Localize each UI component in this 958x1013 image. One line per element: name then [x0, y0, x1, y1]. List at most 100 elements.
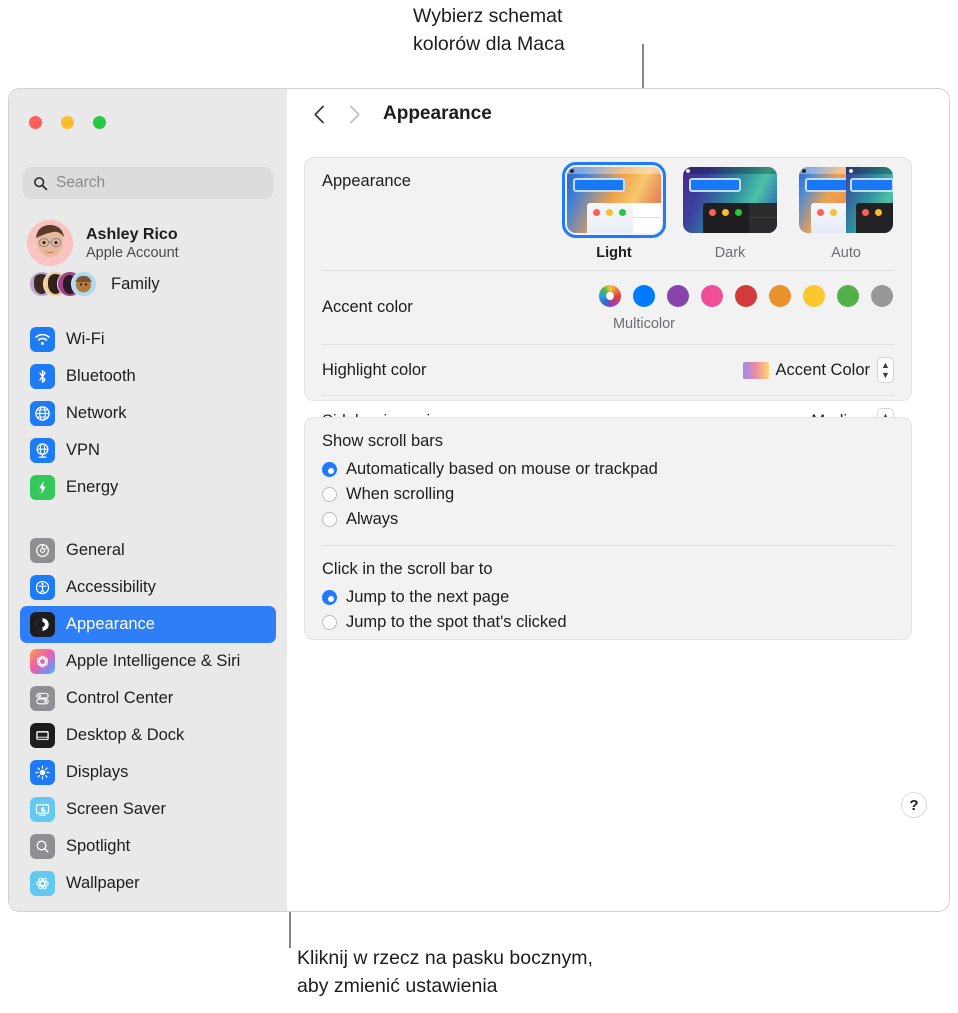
window-controls: [29, 116, 106, 129]
sidebar-item-wallpaper[interactable]: Wallpaper: [20, 865, 276, 902]
scroll-bars-option-always[interactable]: Always: [305, 507, 911, 532]
forward-button[interactable]: [337, 96, 373, 132]
spotlight-search-icon: [30, 834, 55, 859]
radio-button: [322, 590, 337, 605]
show-scroll-bars-title: Show scroll bars: [322, 432, 444, 450]
accent-swatch-purple[interactable]: [667, 285, 689, 307]
account-row[interactable]: Ashley Rico Apple Account: [27, 220, 179, 266]
callout-top-text: Wybierz schemat kolorów dla Maca: [413, 5, 565, 55]
sidebar-item-label: Appearance: [66, 615, 155, 633]
accent-row-label: Accent color: [322, 298, 413, 316]
sidebar-item-label: Control Center: [66, 689, 174, 707]
back-button[interactable]: [301, 96, 337, 132]
sidebar-item-network[interactable]: Network: [20, 395, 276, 432]
scroll-click-option-spot-clicked[interactable]: Jump to the spot that's clicked: [305, 610, 911, 635]
sidebar-item-label: Apple Intelligence & Siri: [66, 652, 241, 670]
scroll-bars-option-when-scrolling[interactable]: When scrolling: [305, 482, 911, 507]
sidebar-item-label: Spotlight: [66, 837, 131, 855]
close-button[interactable]: [29, 116, 42, 129]
highlight-color-label: Highlight color: [322, 360, 427, 379]
sidebar-item-energy[interactable]: Energy: [20, 469, 276, 506]
radio-label: When scrolling: [346, 485, 455, 503]
sidebar-item-accessibility[interactable]: Accessibility: [20, 569, 276, 606]
radio-label: Always: [346, 510, 399, 528]
scroll-click-option-next-page[interactable]: Jump to the next page: [305, 585, 911, 610]
desktop-dock-icon: [30, 723, 55, 748]
accent-swatch-orange[interactable]: [769, 285, 791, 307]
sidebar-item-label: Bluetooth: [66, 367, 136, 385]
help-button[interactable]: ?: [901, 792, 927, 818]
sidebar-item-wi-fi[interactable]: Wi-Fi: [20, 321, 276, 358]
radio-button: [322, 487, 337, 502]
maximize-button[interactable]: [93, 116, 106, 129]
chevron-right-icon: [350, 105, 360, 123]
sidebar-item-displays[interactable]: Displays: [20, 754, 276, 791]
sidebar-item-general[interactable]: General: [20, 532, 276, 569]
appearance-option-auto[interactable]: Auto: [799, 167, 893, 261]
appearance-option-label: Light: [596, 245, 632, 261]
family-row[interactable]: Family: [29, 271, 160, 297]
scroll-bar-click-title: Click in the scroll bar to: [322, 560, 493, 578]
search-icon: [34, 176, 48, 190]
appearance-row-label: Appearance: [322, 172, 411, 190]
sidebar-item-vpn[interactable]: VPN: [20, 432, 276, 469]
sidebar-item-screen-saver[interactable]: Screen Saver: [20, 791, 276, 828]
radio-button: [322, 615, 337, 630]
highlight-color-row: Highlight color Accent Color ▲ ▼: [305, 345, 911, 395]
radio-label: Jump to the next page: [346, 588, 510, 606]
sidebar-item-spotlight[interactable]: Spotlight: [20, 828, 276, 865]
appearance-icon: [30, 612, 55, 637]
accent-selected-label: Multicolor: [612, 316, 675, 332]
sidebar-item-label: General: [66, 541, 125, 559]
accent-swatch-yellow[interactable]: [803, 285, 825, 307]
sidebar-item-label: Screen Saver: [66, 800, 166, 818]
account-name: Ashley Rico: [86, 225, 178, 243]
appearance-option-dark[interactable]: Dark: [683, 167, 777, 261]
gear-icon: [30, 538, 55, 563]
scroll-bars-card: Show scroll bars Automatically based on …: [304, 417, 912, 640]
page-title: Appearance: [383, 103, 492, 124]
highlight-color-value: Accent Color: [775, 360, 870, 379]
content-panel: Appearance Appearance Light Dark Auto Ac…: [287, 89, 949, 911]
auto-theme-thumbnail: [799, 167, 893, 233]
accent-swatch-graphite[interactable]: [871, 285, 893, 307]
sidebar-item-label: Wallpaper: [66, 874, 140, 892]
search-placeholder: Search: [56, 174, 106, 191]
sidebar-group-settings: General Accessibility Appearance Apple I…: [9, 532, 287, 902]
radio-label: Automatically based on mouse or trackpad: [346, 460, 658, 478]
control-center-icon: [30, 686, 55, 711]
vpn-globe-icon: [30, 438, 55, 463]
sidebar-item-desktop-dock[interactable]: Desktop & Dock: [20, 717, 276, 754]
chevron-left-icon: [314, 105, 324, 123]
sidebar-item-label: Wi-Fi: [66, 330, 105, 348]
accent-swatch-multicolor[interactable]: [599, 285, 621, 307]
siri-icon: [30, 649, 55, 674]
highlight-color-popup[interactable]: Accent Color ▲ ▼: [742, 357, 894, 383]
system-settings-window: Search Ashley Rico Apple Account Family …: [8, 88, 950, 912]
sidebar-item-bluetooth[interactable]: Bluetooth: [20, 358, 276, 395]
accent-swatch-red[interactable]: [735, 285, 757, 307]
sidebar-item-control-center[interactable]: Control Center: [20, 680, 276, 717]
accent-swatches: [599, 285, 893, 307]
accent-swatch-blue[interactable]: [633, 285, 655, 307]
sidebar-item-apple-intelligence-siri[interactable]: Apple Intelligence & Siri: [20, 643, 276, 680]
brightness-icon: [30, 760, 55, 785]
sidebar-item-appearance[interactable]: Appearance: [20, 606, 276, 643]
wallpaper-icon: [30, 871, 55, 896]
search-input[interactable]: Search: [23, 167, 273, 199]
memoji-icon: [27, 220, 73, 266]
toolbar: Appearance: [287, 89, 949, 139]
accent-swatch-green[interactable]: [837, 285, 859, 307]
screen-saver-icon: [30, 797, 55, 822]
sidebar-item-label: Displays: [66, 763, 129, 781]
accent-swatch-pink[interactable]: [701, 285, 723, 307]
highlight-color-swatch: [742, 361, 769, 379]
minimize-button[interactable]: [61, 116, 74, 129]
chevron-up-down-icon: ▲▼: [877, 357, 894, 383]
appearance-card: Appearance Light Dark Auto Accent color …: [304, 157, 912, 484]
accent-color-row: Accent color Multicolor: [305, 271, 911, 344]
appearance-option-light[interactable]: Light: [562, 162, 666, 261]
appearance-options: Light Dark Auto: [562, 162, 893, 261]
family-label: Family: [111, 274, 160, 293]
scroll-bars-option-automatic[interactable]: Automatically based on mouse or trackpad: [305, 457, 911, 482]
